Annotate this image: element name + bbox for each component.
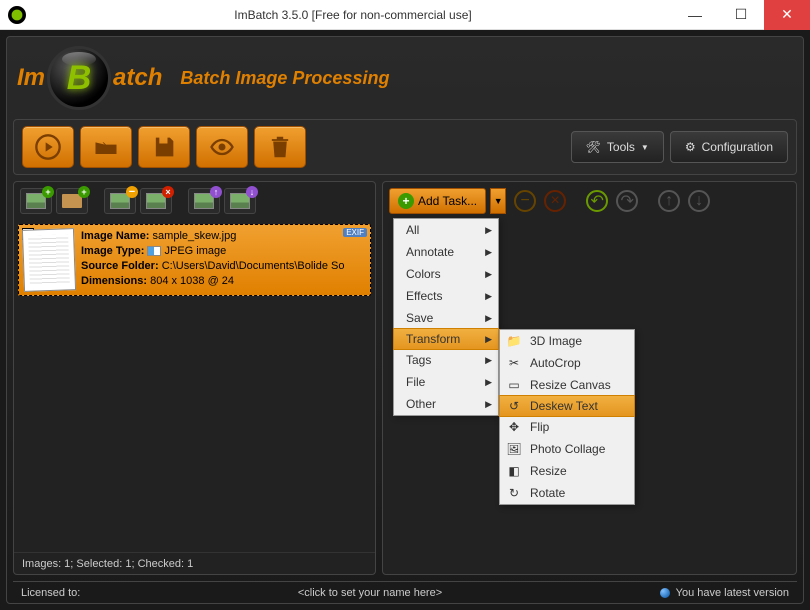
exif-badge: EXIF (343, 228, 367, 237)
task-down-button[interactable]: ↓ (688, 190, 710, 212)
logo: Im B atch Batch Image Processing (17, 46, 389, 110)
flip-icon: ✥ (506, 419, 522, 435)
deskew-text-icon: ↺ (506, 398, 522, 414)
eye-icon (208, 133, 236, 161)
submenu-item-autocrop[interactable]: ✂AutoCrop (500, 352, 634, 374)
item-info: Image Name: sample_skew.jpg Image Type: … (81, 229, 366, 291)
close-button[interactable]: ✕ (764, 0, 810, 30)
run-button[interactable] (22, 126, 74, 168)
logo-text-atch: atch (113, 64, 162, 92)
add-folder-button[interactable]: + (56, 188, 88, 214)
titlebar: B ImBatch 3.5.0 [Free for non-commercial… (0, 0, 810, 30)
task-toolbar: + Add Task... ▼ − × ↶ ↷ ↑ ↓ (383, 182, 796, 220)
chevron-down-icon: ▼ (641, 143, 649, 152)
plus-icon: + (398, 193, 414, 209)
move-up-button[interactable]: ↑ (188, 188, 220, 214)
task-pane: + Add Task... ▼ − × ↶ ↷ ↑ ↓ All▶Annotate… (382, 181, 797, 575)
image-list-toolbar: + + − × ↑ ↓ (14, 182, 375, 220)
autocrop-icon: ✂ (506, 355, 522, 371)
photo-collage-icon: 🖼 (506, 441, 522, 457)
menu-item-annotate[interactable]: Annotate▶ (394, 241, 498, 263)
undo-button[interactable]: ↶ (586, 190, 608, 212)
clear-tasks-button[interactable]: × (544, 190, 566, 212)
task-up-button[interactable]: ↑ (658, 190, 680, 212)
play-icon (34, 133, 62, 161)
transform-submenu[interactable]: 📁3D Image✂AutoCrop▭Resize Canvas↺Deskew … (499, 329, 635, 505)
logo-b-circle: B (47, 46, 111, 110)
menu-item-colors[interactable]: Colors▶ (394, 263, 498, 285)
logo-subtitle: Batch Image Processing (180, 68, 389, 89)
menu-item-all[interactable]: All▶ (394, 219, 498, 241)
submenu-item-flip[interactable]: ✥Flip (500, 416, 634, 438)
image-list[interactable]: ✕ EXIF Image Name: sample_skew.jpg Image… (14, 220, 375, 552)
menu-item-save[interactable]: Save▶ (394, 307, 498, 329)
save-button[interactable] (138, 126, 190, 168)
image-list-status: Images: 1; Selected: 1; Checked: 1 (14, 552, 375, 574)
menu-item-other[interactable]: Other▶ (394, 393, 498, 415)
submenu-item-deskew-text[interactable]: ↺Deskew Text (499, 395, 635, 417)
logo-text-im: Im (17, 64, 45, 92)
header: Im B atch Batch Image Processing (7, 37, 803, 119)
tools-label: Tools (607, 140, 635, 154)
version-status: You have latest version (676, 587, 789, 599)
add-files-button[interactable]: + (20, 188, 52, 214)
maximize-button[interactable]: ☐ (718, 0, 764, 30)
open-folder-button[interactable] (80, 126, 132, 168)
minimize-button[interactable]: — (672, 0, 718, 30)
menu-item-tags[interactable]: Tags▶ (394, 349, 498, 371)
menu-item-effects[interactable]: Effects▶ (394, 285, 498, 307)
trash-icon (266, 133, 294, 161)
minus-icon: − (126, 186, 138, 198)
menu-item-file[interactable]: File▶ (394, 371, 498, 393)
save-icon (150, 133, 178, 161)
trash-button[interactable] (254, 126, 306, 168)
submenu-item-rotate[interactable]: ↻Rotate (500, 482, 634, 504)
app-icon: B (8, 6, 26, 24)
add-task-label: Add Task... (418, 194, 477, 208)
submenu-item-resize-canvas[interactable]: ▭Resize Canvas (500, 374, 634, 396)
status-bar: Licensed to: <click to set your name her… (13, 581, 797, 603)
main-toolbar: 🛠 Tools ▼ ⚙ Configuration (13, 119, 797, 175)
submenu-item-resize[interactable]: ◧Resize (500, 460, 634, 482)
resize-icon: ◧ (506, 463, 522, 479)
remove-task-button[interactable]: − (514, 190, 536, 212)
plus-icon: + (78, 186, 90, 198)
plus-icon: + (42, 186, 54, 198)
resize-canvas-icon: ▭ (506, 377, 522, 393)
add-task-dropdown-toggle[interactable]: ▼ (490, 188, 506, 214)
tools-button[interactable]: 🛠 Tools ▼ (571, 131, 664, 163)
down-icon: ↓ (246, 186, 258, 198)
x-icon: × (162, 186, 174, 198)
redo-button[interactable]: ↷ (616, 190, 638, 212)
remove-selected-button[interactable]: − (104, 188, 136, 214)
3d-image-icon: 📁 (506, 333, 522, 349)
image-item[interactable]: ✕ EXIF Image Name: sample_skew.jpg Image… (18, 224, 371, 296)
gear-icon: ⚙ (685, 140, 696, 154)
configuration-button[interactable]: ⚙ Configuration (670, 131, 788, 163)
up-icon: ↑ (210, 186, 222, 198)
menu-item-transform[interactable]: Transform▶ (393, 328, 499, 350)
rotate-icon: ↻ (506, 485, 522, 501)
jpeg-icon (147, 246, 161, 256)
window-title: ImBatch 3.5.0 [Free for non-commercial u… (34, 8, 672, 22)
status-dot-icon (660, 588, 670, 598)
licensed-label: Licensed to: (21, 587, 80, 599)
add-task-button[interactable]: + Add Task... (389, 188, 486, 214)
thumbnail (22, 228, 76, 292)
submenu-item-3d-image[interactable]: 📁3D Image (500, 330, 634, 352)
add-task-menu[interactable]: All▶Annotate▶Colors▶Effects▶Save▶Transfo… (393, 218, 499, 416)
window-body: Im B atch Batch Image Processing (0, 30, 810, 610)
submenu-item-photo-collage[interactable]: 🖼Photo Collage (500, 438, 634, 460)
folder-open-icon (92, 133, 120, 161)
preview-button[interactable] (196, 126, 248, 168)
move-down-button[interactable]: ↓ (224, 188, 256, 214)
wrench-icon: 🛠 (586, 140, 601, 154)
license-name-hint[interactable]: <click to set your name here> (298, 587, 442, 599)
remove-all-button[interactable]: × (140, 188, 172, 214)
configuration-label: Configuration (702, 140, 773, 154)
image-list-pane: + + − × ↑ ↓ ✕ EXIF Image Name: sam (13, 181, 376, 575)
